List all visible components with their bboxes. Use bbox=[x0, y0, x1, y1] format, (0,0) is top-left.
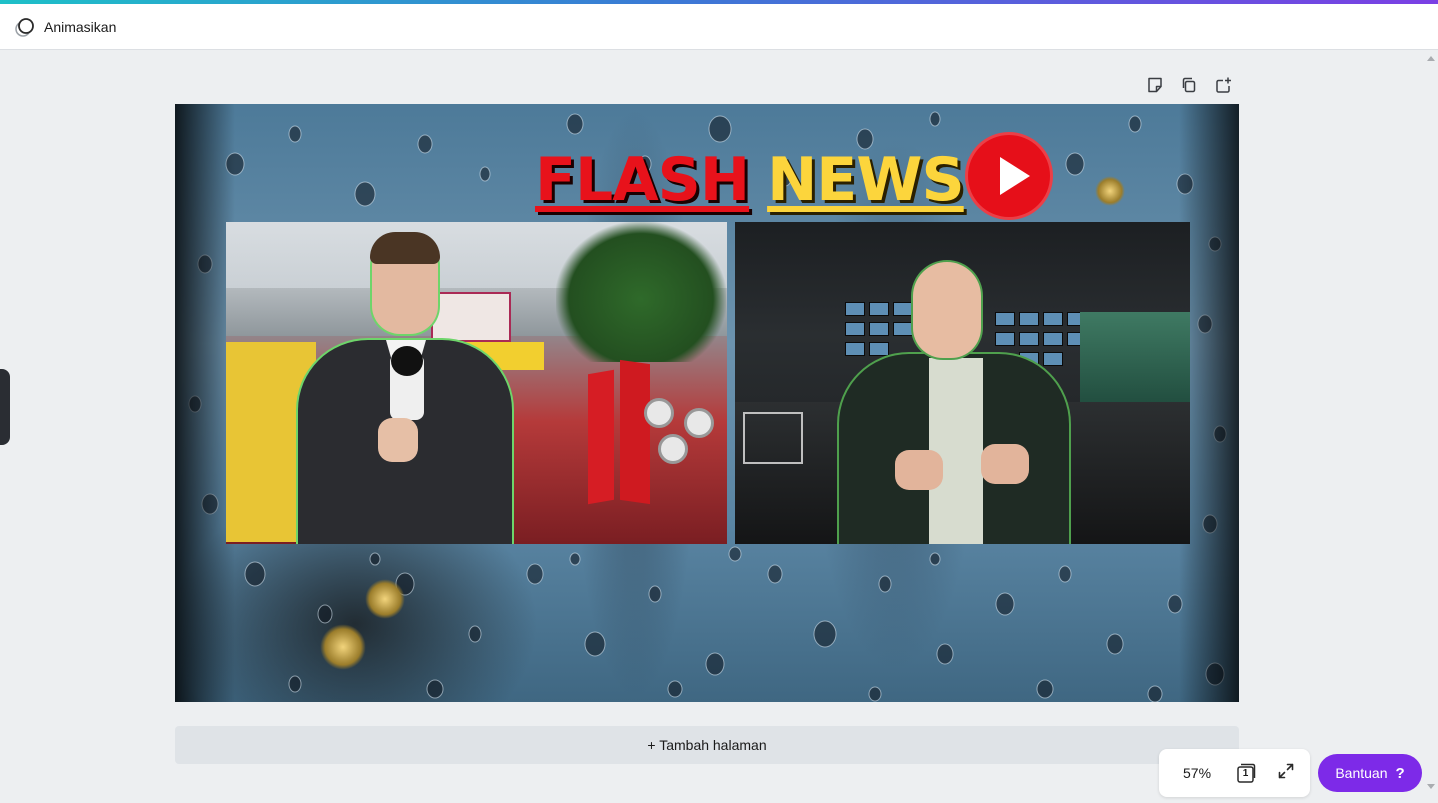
studio-glass-room bbox=[1080, 312, 1190, 412]
page-actions bbox=[1144, 76, 1234, 98]
bokeh-light bbox=[320, 624, 366, 670]
presenter-shirt bbox=[929, 358, 983, 544]
add-note-button[interactable] bbox=[1144, 76, 1166, 98]
reporter-hair bbox=[370, 232, 440, 264]
duplicate-icon bbox=[1180, 76, 1198, 99]
question-icon: ? bbox=[1395, 764, 1405, 782]
fullscreen-button[interactable] bbox=[1273, 760, 1299, 786]
reporter-hand bbox=[378, 418, 418, 462]
duplicate-page-button[interactable] bbox=[1178, 76, 1200, 98]
megaphones bbox=[644, 398, 724, 468]
bokeh-light bbox=[1095, 176, 1125, 206]
camera-monitor bbox=[743, 412, 803, 464]
animate-button[interactable]: Animasikan bbox=[8, 10, 122, 44]
studio-presenter-photo bbox=[735, 222, 1190, 544]
play-icon bbox=[965, 132, 1053, 220]
bokeh-light bbox=[365, 579, 405, 619]
side-panel-toggle[interactable] bbox=[0, 369, 10, 445]
page-count: 1 bbox=[1242, 768, 1249, 779]
headline-flash: FLASH bbox=[535, 145, 750, 215]
protest-banner bbox=[431, 292, 511, 342]
vertical-scrollbar[interactable] bbox=[1424, 50, 1438, 803]
design-canvas[interactable]: FLASH NEWS bbox=[175, 104, 1239, 702]
top-toolbar: Animasikan bbox=[0, 4, 1438, 50]
presenter-hand bbox=[981, 444, 1029, 484]
animate-label: Animasikan bbox=[44, 18, 117, 35]
zoom-level[interactable]: 57% bbox=[1183, 765, 1233, 781]
page-grid-icon: 1 bbox=[1235, 762, 1257, 784]
add-page-label: + Tambah halaman bbox=[647, 737, 767, 753]
scroll-up-icon[interactable] bbox=[1427, 56, 1435, 61]
page-count-button[interactable]: 1 bbox=[1233, 760, 1259, 786]
help-label: Bantuan bbox=[1335, 765, 1388, 781]
presenter-head bbox=[913, 262, 981, 358]
add-page-bar[interactable]: + Tambah halaman bbox=[175, 726, 1239, 764]
add-page-icon bbox=[1214, 76, 1232, 99]
help-button[interactable]: Bantuan ? bbox=[1318, 754, 1422, 792]
scroll-down-icon[interactable] bbox=[1427, 784, 1435, 789]
note-icon bbox=[1146, 76, 1164, 99]
headline: FLASH NEWS bbox=[535, 140, 965, 220]
tree bbox=[556, 222, 726, 362]
zoom-controls: 57% 1 bbox=[1159, 749, 1310, 797]
microphone bbox=[390, 346, 424, 420]
red-flag bbox=[588, 369, 614, 505]
animate-circles-icon bbox=[14, 16, 36, 38]
headline-news: NEWS bbox=[767, 145, 965, 215]
add-page-button[interactable] bbox=[1212, 76, 1234, 98]
protest-reporter-photo bbox=[226, 222, 727, 544]
expand-icon bbox=[1277, 762, 1295, 785]
presenter-hand bbox=[895, 450, 943, 490]
